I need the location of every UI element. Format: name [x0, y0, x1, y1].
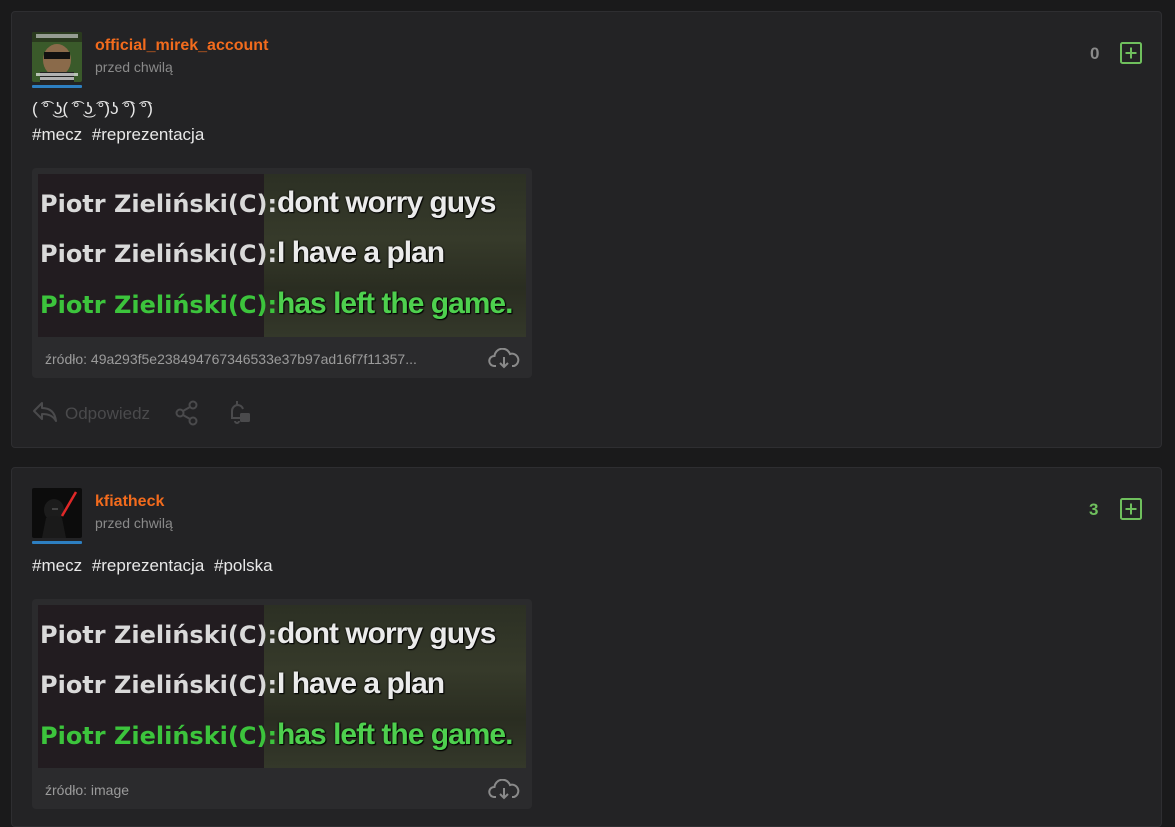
vote-count: 0 — [1090, 44, 1100, 63]
media-embed: Piotr Zieliński(C):dont worry guys Piotr… — [32, 599, 532, 809]
share-icon[interactable] — [174, 400, 200, 426]
embedded-image[interactable]: Piotr Zieliński(C):dont worry guys Piotr… — [38, 174, 526, 337]
plus-icon — [1120, 42, 1142, 64]
meme-line: Piotr Zieliński(C):I have a plan — [40, 236, 445, 269]
tag-link[interactable]: #mecz — [32, 125, 82, 144]
plus-button[interactable] — [1120, 498, 1142, 520]
reply-icon[interactable] — [32, 400, 58, 424]
tag-link[interactable]: #mecz — [32, 556, 82, 575]
entry-card: official_mirek_account przed chwilą 0 ( … — [11, 11, 1162, 448]
plus-button[interactable] — [1120, 42, 1142, 64]
vote-count: 3 — [1089, 500, 1099, 519]
avatar-status-bar — [32, 541, 82, 544]
embedded-image[interactable]: Piotr Zieliński(C):dont worry guys Piotr… — [38, 605, 526, 768]
reply-button[interactable]: Odpowiedz — [65, 404, 150, 424]
plus-icon — [1120, 498, 1142, 520]
source-link[interactable]: źródło: image — [45, 782, 465, 798]
meme-line: Piotr Zieliński(C):has left the game. — [40, 718, 513, 751]
avatar[interactable] — [32, 32, 82, 82]
meme-line: Piotr Zieliński(C):dont worry guys — [40, 186, 496, 219]
tag-link[interactable]: #reprezentacja — [92, 125, 204, 144]
media-embed: Piotr Zieliński(C):dont worry guys Piotr… — [32, 168, 532, 378]
tag-list: #mecz #reprezentacja #polska — [32, 553, 278, 579]
tag-link[interactable]: #polska — [214, 556, 273, 575]
source-link[interactable]: źródło: 49a293f5e238494767346533e37b97ad… — [45, 351, 465, 367]
avatar-status-bar — [32, 85, 82, 88]
avatar[interactable] — [32, 488, 82, 538]
meme-line: Piotr Zieliński(C):I have a plan — [40, 667, 445, 700]
meme-line: Piotr Zieliński(C):has left the game. — [40, 287, 513, 320]
post-time[interactable]: przed chwilą — [95, 515, 173, 531]
entry-content: #mecz #reprezentacja #polska — [32, 553, 278, 579]
author-name[interactable]: official_mirek_account — [95, 37, 268, 55]
tag-list: #mecz #reprezentacja — [32, 122, 209, 148]
tag-link[interactable]: #reprezentacja — [92, 556, 204, 575]
entry-actions: Odpowiedz — [32, 397, 292, 427]
cloud-download-icon[interactable] — [488, 347, 520, 370]
entry-content: ( ͡° ͜ʖ( ͡° ͜ʖ ͡°)ʖ ͡°) ͡°) #mecz #repre… — [32, 96, 209, 148]
bell-icon[interactable] — [226, 399, 252, 425]
post-time[interactable]: przed chwilą — [95, 59, 173, 75]
entry-text: ( ͡° ͜ʖ( ͡° ͜ʖ ͡°)ʖ ͡°) ͡°) — [32, 99, 153, 118]
author-name[interactable]: kfiatheck — [95, 493, 164, 511]
entry-card: kfiatheck przed chwilą 3 #mecz #reprezen… — [11, 467, 1162, 827]
cloud-download-icon[interactable] — [488, 778, 520, 801]
meme-line: Piotr Zieliński(C):dont worry guys — [40, 617, 496, 650]
